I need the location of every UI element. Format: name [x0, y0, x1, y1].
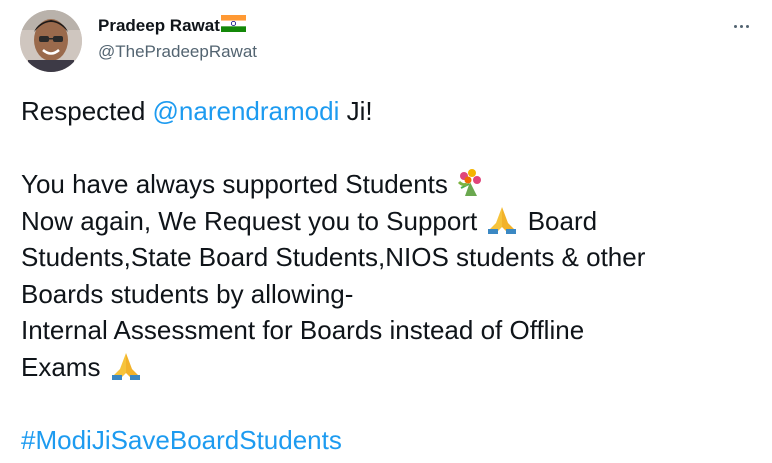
avatar-image — [20, 10, 82, 72]
bouquet-icon — [455, 168, 485, 208]
tweet-line-3: Now again, We Request you to Support Boa… — [21, 203, 761, 240]
tweet-line-1: Respected @narendramodi Ji! — [21, 93, 761, 130]
more-options-icon[interactable] — [732, 22, 752, 32]
mention-link[interactable]: @narendramodi — [153, 96, 340, 126]
author-name-row[interactable]: Pradeep Rawat — [98, 15, 246, 37]
tweet-text-segment: Boards students by allowing- — [21, 278, 354, 309]
author-handle[interactable]: @ThePradeepRawat — [98, 42, 257, 62]
tweet-text-segment: Ji! — [339, 96, 373, 126]
author-display-name[interactable]: Pradeep Rawat — [98, 16, 220, 36]
folded-hands-icon — [108, 351, 144, 391]
tweet-line-4: Students,State Board Students,NIOS stude… — [21, 239, 761, 276]
tweet-text-segment: Students,State Board Students,NIOS stude… — [21, 242, 646, 272]
avatar[interactable] — [20, 10, 82, 72]
tweet-text-segment: Exams — [21, 351, 108, 382]
tweet-text-segment: Internal Assessment for Boards instead o… — [21, 315, 585, 345]
india-flag-icon — [220, 15, 246, 37]
tweet-text-segment: Now again, We Request you to Support — [21, 205, 485, 236]
tweet-line-7: Exams — [21, 349, 761, 386]
tweet-line-hashtag: #ModiJiSaveBoardStudents — [21, 422, 761, 459]
tweet-line-2: You have always supported Students — [21, 166, 761, 203]
tweet-line-5: Boards students by allowing- — [21, 276, 761, 313]
tweet-text-segment: You have always supported Students — [21, 169, 456, 199]
hashtag-link[interactable]: #ModiJiSaveBoardStudents — [21, 425, 342, 455]
tweet-text: Respected @narendramodi Ji! You have alw… — [21, 93, 761, 458]
tweet-text-segment: Board — [520, 205, 598, 236]
tweet-text-segment: Respected — [21, 96, 153, 126]
tweet-line-6: Internal Assessment for Boards instead o… — [21, 312, 761, 349]
